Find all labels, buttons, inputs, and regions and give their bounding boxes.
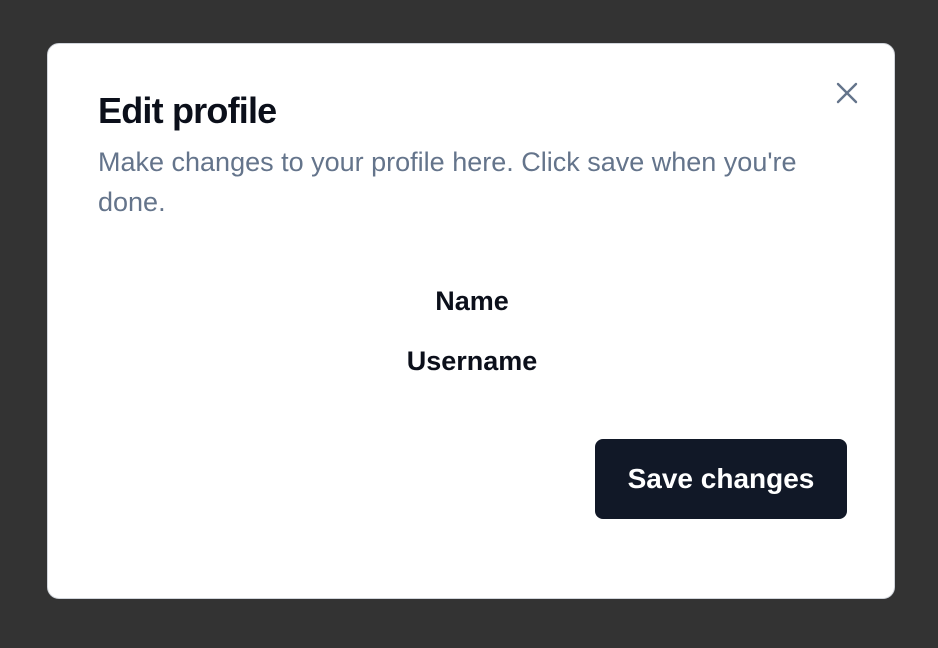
username-label: Username xyxy=(406,346,538,376)
dialog-description: Make changes to your profile here. Click… xyxy=(98,147,797,217)
save-changes-button[interactable]: Save changes xyxy=(595,439,847,519)
name-label: Name xyxy=(435,286,509,316)
edit-profile-dialog: Edit profile Make changes to your profil… xyxy=(47,43,895,599)
close-button[interactable] xyxy=(832,78,862,108)
dialog-title: Edit profile xyxy=(98,90,277,131)
close-icon xyxy=(836,82,858,104)
